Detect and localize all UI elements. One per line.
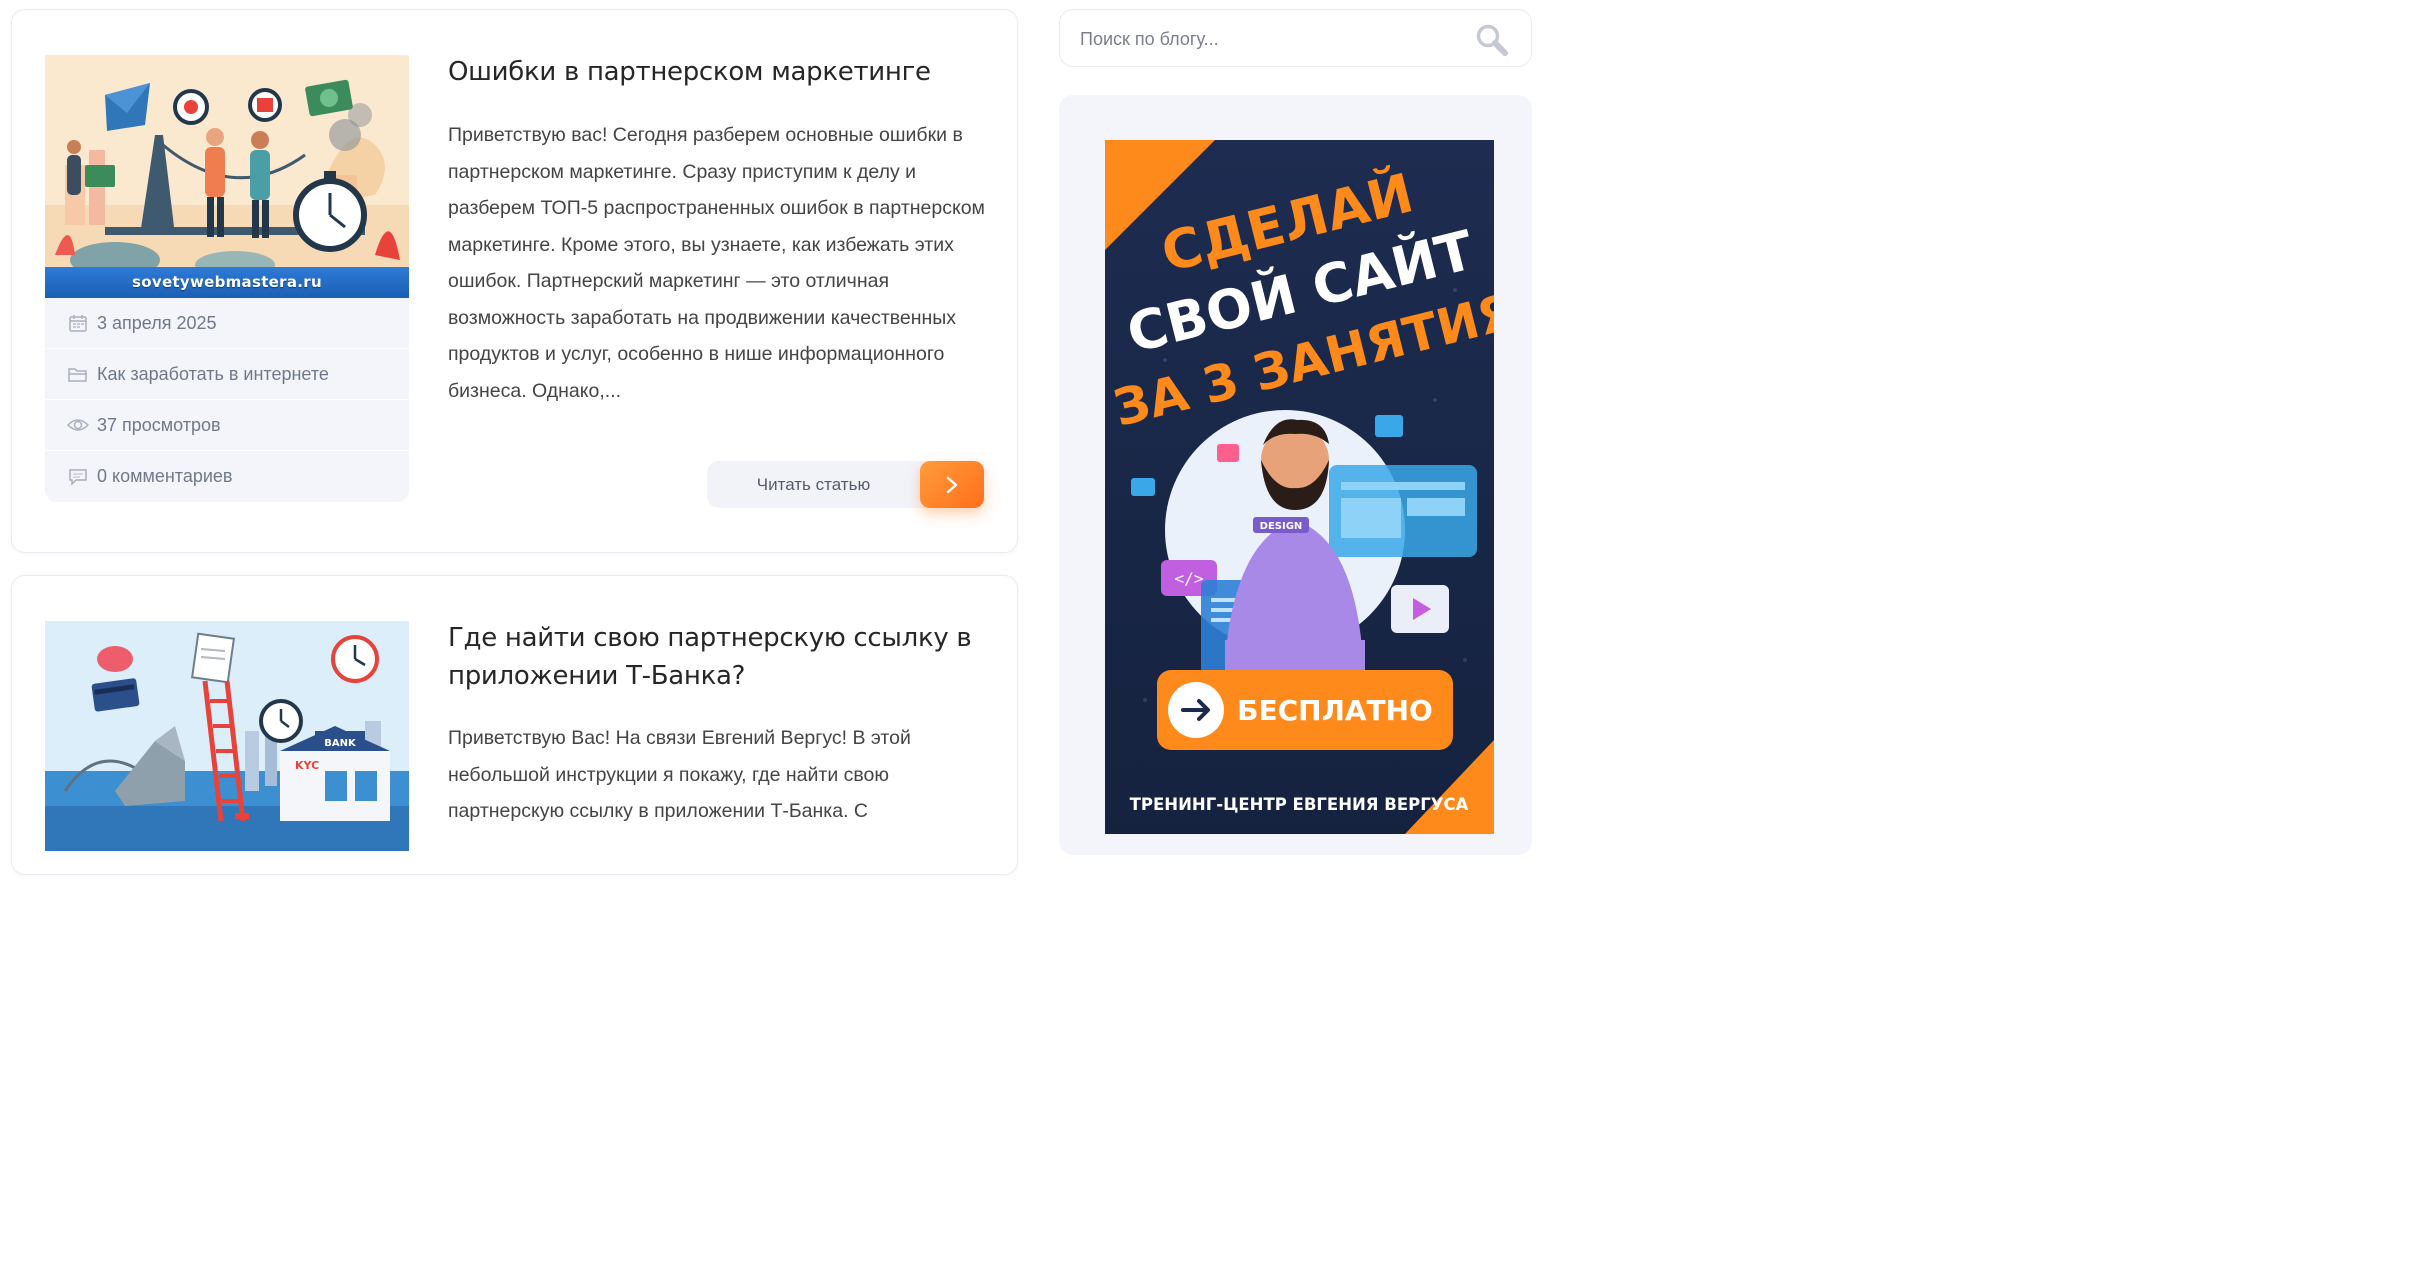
post-title[interactable]: Где найти свою партнерскую ссылку в прил… xyxy=(448,619,988,695)
post-title[interactable]: Ошибки в партнерском маркетинге xyxy=(448,53,988,91)
post-views: 37 просмотров xyxy=(45,400,409,450)
post-comments-link[interactable]: 0 комментариев xyxy=(97,466,233,487)
post-category-link[interactable]: Как заработать в интернете xyxy=(97,364,329,385)
calendar-icon xyxy=(67,312,89,334)
post-category[interactable]: Как заработать в интернете xyxy=(45,349,409,399)
eye-icon xyxy=(67,414,89,436)
sidebar-ad-widget: СДЕЛАЙ СВОЙ САЙТ ЗА 3 ЗАНЯТИЯ </> DESIGN… xyxy=(1059,95,1532,855)
ad-cta-label: БЕСПЛАТНО xyxy=(1237,694,1433,727)
post-card: sovetywebmastera.ru 3 апреля 2025 Как за… xyxy=(11,9,1018,553)
chevron-right-icon xyxy=(920,461,984,508)
comment-icon xyxy=(67,466,89,488)
post-excerpt: Приветствую Вас! На связи Евгений Вергус… xyxy=(448,727,911,822)
post-comments[interactable]: 0 комментариев xyxy=(45,451,409,502)
ad-shirt-label: DESIGN xyxy=(1260,521,1303,532)
post-excerpt: Приветствую вас! Сегодня разберем основн… xyxy=(448,124,985,402)
read-more-label: Читать статью xyxy=(756,475,871,494)
site-watermark: sovetywebmastera.ru xyxy=(45,267,409,298)
read-more-button[interactable]: Читать статью xyxy=(707,461,984,508)
ad-illustration: СДЕЛАЙ СВОЙ САЙТ ЗА 3 ЗАНЯТИЯ </> DESIGN… xyxy=(1105,140,1494,834)
kyc-label: KYC xyxy=(295,759,319,772)
post-thumbnail[interactable]: BANK KYC xyxy=(45,621,409,851)
post-date-text: 3 апреля 2025 xyxy=(97,312,217,333)
blog-search xyxy=(1059,9,1532,67)
svg-text:</>: </> xyxy=(1175,569,1204,588)
folder-icon xyxy=(67,363,89,385)
post-views-text: 37 просмотров xyxy=(97,414,221,435)
post-illustration xyxy=(45,55,409,298)
post-date: 3 апреля 2025 xyxy=(45,298,409,348)
post-thumbnail[interactable]: sovetywebmastera.ru xyxy=(45,55,409,298)
ad-banner[interactable]: СДЕЛАЙ СВОЙ САЙТ ЗА 3 ЗАНЯТИЯ </> DESIGN… xyxy=(1105,140,1494,834)
search-icon[interactable] xyxy=(1475,23,1509,57)
ad-footer-text: ТРЕНИНГ-ЦЕНТР ЕВГЕНИЯ ВЕРГУСА xyxy=(1130,795,1469,814)
search-input[interactable] xyxy=(1080,20,1460,58)
post-card: BANK KYC Где найти свою партнерскую ссыл… xyxy=(11,575,1018,875)
bank-label: BANK xyxy=(324,738,357,749)
post-illustration: BANK KYC xyxy=(45,621,409,851)
post-meta: 3 апреля 2025 Как заработать в интернете… xyxy=(45,298,409,502)
